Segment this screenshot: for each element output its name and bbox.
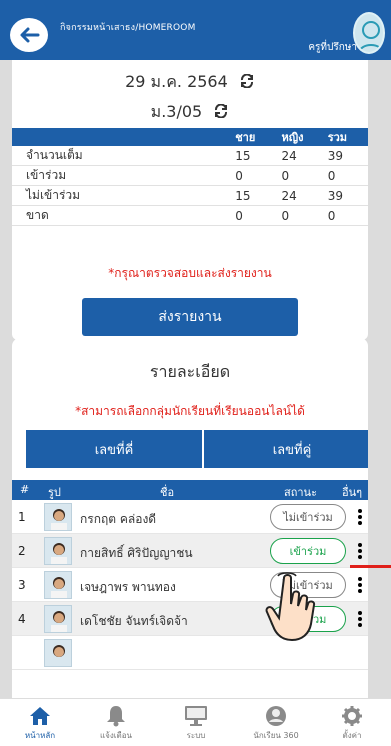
nav-home-label: หน้าหลัก <box>24 731 56 740</box>
table-row: จำนวนเต็ม 15 24 39 <box>12 146 368 166</box>
student-photo <box>44 639 72 667</box>
pointer-indicator <box>350 565 391 568</box>
class-selector[interactable]: ม.3/05 <box>12 100 368 125</box>
date-label: 29 ม.ค. 2564 <box>125 72 228 91</box>
student-number: 4 <box>18 612 26 626</box>
nav-system[interactable]: ระบบ <box>166 703 226 742</box>
details-card: รายละเอียด *สามารถเลือกกลุ่มนักเรียนที่เ… <box>12 338 368 698</box>
attendance-status-button[interactable]: เข้าร่วม <box>270 538 346 564</box>
header-blank <box>12 128 230 146</box>
student-photo <box>44 537 72 565</box>
online-group-warning: *สามารถเลือกกลุ่มนักเรียนที่เรียนออนไลน์… <box>75 404 305 418</box>
page-title: กิจกรรมหน้าเสาธง/HOMEROOM <box>60 23 196 33</box>
nav-student360[interactable]: นักเรียน 360 <box>246 703 306 742</box>
more-options-icon[interactable] <box>356 576 364 596</box>
student-number: 1 <box>18 510 26 524</box>
cell-value: 15 <box>229 146 276 166</box>
table-row: 2 กายสิทธิ์ ศิริปัญญาชน เข้าร่วม <box>12 534 368 568</box>
student-number: 3 <box>18 578 26 592</box>
row-label: ไม่เข้าร่วม <box>12 185 230 206</box>
nav-notifications[interactable]: แจ้งเตือน <box>86 703 146 742</box>
check-report-warning: *กรุณาตรวจสอบและส่งรายงาน <box>108 266 272 280</box>
nav-system-label: ระบบ <box>186 731 206 740</box>
app-header: กิจกรรมหน้าเสาธง/HOMEROOM ครูที่ปรึกษา <box>0 0 391 60</box>
student-photo <box>44 503 72 531</box>
more-options-icon[interactable] <box>356 508 364 528</box>
col-more: อื่นๆ <box>342 486 363 499</box>
bottom-navigation: หน้าหลัก แจ้งเตือน ระบบ นักเรียน 360 ตั้… <box>0 698 391 746</box>
row-label: ขาด <box>12 205 230 226</box>
student-name: กายสิทธิ์ ศิริปัญญาชน <box>80 546 193 560</box>
gear-icon <box>342 706 362 726</box>
cell-value: 0 <box>229 205 276 226</box>
nav-student360-label: นักเรียน 360 <box>253 731 299 740</box>
class-label: ม.3/05 <box>150 102 203 121</box>
refresh-icon[interactable] <box>213 103 229 122</box>
table-row: 1 กรกฤต คล่องดี ไม่เข้าร่วม <box>12 500 368 534</box>
monitor-icon <box>185 706 207 726</box>
summary-card: 29 ม.ค. 2564 ม.3/05 ชาย หญิง รวม จำนวนเต… <box>12 60 368 340</box>
table-row: เข้าร่วม 0 0 0 <box>12 165 368 186</box>
cell-value: 0 <box>275 165 322 186</box>
cell-value: 15 <box>229 185 276 206</box>
student-circle-icon <box>266 706 286 726</box>
row-label: เข้าร่วม <box>12 165 230 186</box>
details-title: รายละเอียด <box>149 362 231 381</box>
student-photo <box>44 605 72 633</box>
student-table-header: # รูป ชื่อ สถานะ อื่นๆ <box>12 480 368 500</box>
col-total: รวม <box>321 128 368 146</box>
cell-value: 39 <box>321 185 368 206</box>
cell-value: 0 <box>275 205 322 226</box>
more-options-icon[interactable] <box>356 542 364 562</box>
cell-value: 24 <box>275 185 322 206</box>
back-button[interactable] <box>10 18 48 52</box>
cell-value: 0 <box>229 165 276 186</box>
user-avatar-icon <box>358 21 383 52</box>
more-options-icon[interactable] <box>356 610 364 630</box>
cell-value: 0 <box>321 205 368 226</box>
cell-value: 24 <box>275 146 322 166</box>
date-selector[interactable]: 29 ม.ค. 2564 <box>12 70 368 95</box>
student-number: 2 <box>18 544 26 558</box>
attendance-summary-table: ชาย หญิง รวม จำนวนเต็ม 15 24 39 เข้าร่วม… <box>12 128 368 226</box>
table-row: ขาด 0 0 0 <box>12 205 368 226</box>
attendance-status-button[interactable]: ไม่เข้าร่วม <box>270 504 346 530</box>
nav-notifications-label: แจ้งเตือน <box>100 731 132 740</box>
col-status: สถานะ <box>284 486 317 499</box>
arrow-left-icon <box>20 27 40 43</box>
col-male: ชาย <box>229 128 276 146</box>
cell-value: 0 <box>321 165 368 186</box>
student-name: กรกฤต คล่องดี <box>80 512 157 526</box>
student-photo <box>44 571 72 599</box>
col-name: ชื่อ <box>160 486 175 499</box>
nav-home[interactable]: หน้าหลัก <box>10 703 70 742</box>
col-female: หญิง <box>275 128 322 146</box>
student-name: เดโชชัย จันทร์เจิดจ้า <box>80 614 188 628</box>
user-role: ครูที่ปรึกษา <box>308 42 357 53</box>
avatar[interactable] <box>353 12 385 54</box>
even-number-button[interactable]: เลขที่คู่ <box>204 430 368 468</box>
tap-hand-icon <box>265 572 316 642</box>
send-report-button[interactable]: ส่งรายงาน <box>82 298 298 336</box>
cell-value: 39 <box>321 146 368 166</box>
nav-settings-label: ตั้งค่า <box>342 731 362 740</box>
bell-icon <box>107 706 125 727</box>
refresh-icon[interactable] <box>239 73 255 92</box>
student-name: เจษฎาพร พานทอง <box>80 580 176 594</box>
nav-settings[interactable]: ตั้งค่า <box>322 703 382 742</box>
col-photo: รูป <box>48 486 61 499</box>
row-label: จำนวนเต็ม <box>12 146 230 166</box>
home-icon <box>30 707 50 725</box>
odd-number-button[interactable]: เลขที่คี่ <box>26 430 202 468</box>
table-row: ไม่เข้าร่วม 15 24 39 <box>12 185 368 206</box>
col-number: # <box>20 483 30 496</box>
